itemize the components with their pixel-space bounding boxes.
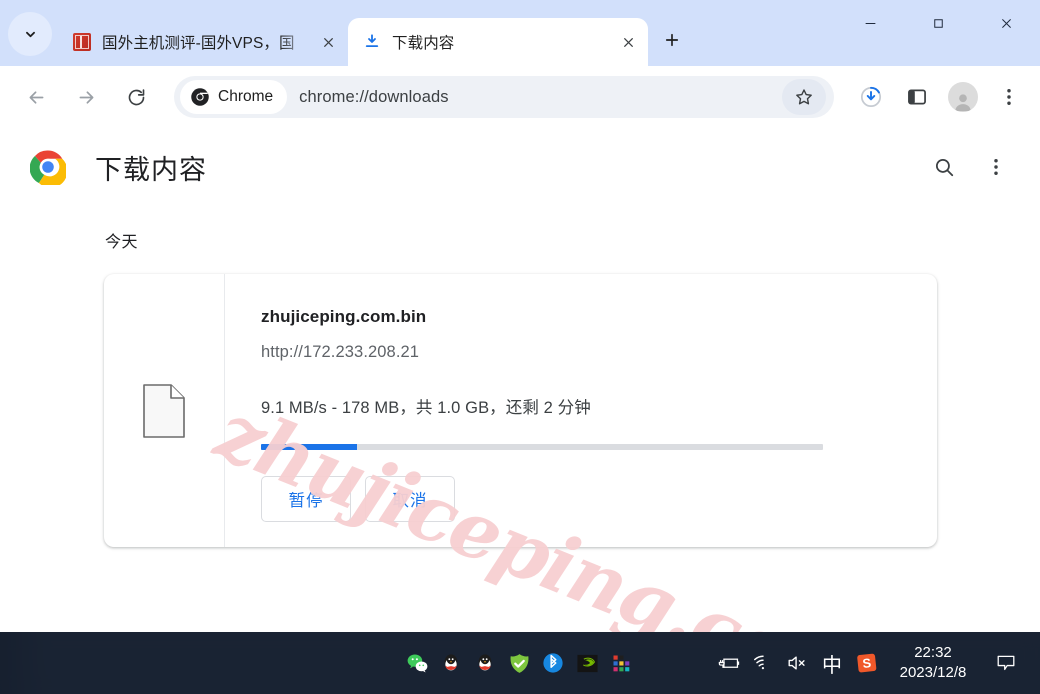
window-controls xyxy=(836,0,1040,66)
reload-icon xyxy=(128,88,144,105)
forward-icon xyxy=(79,90,93,104)
nvidia-icon[interactable] xyxy=(570,643,604,683)
back-icon xyxy=(29,90,43,104)
side-panel-icon xyxy=(908,89,926,105)
wechat-icon[interactable] xyxy=(400,643,434,683)
pause-button[interactable]: 暂停 xyxy=(261,476,351,522)
taskbar-clock[interactable]: 22:32 2023/12/8 xyxy=(892,643,974,684)
tab-close-button[interactable] xyxy=(314,28,342,56)
volume-muted-icon[interactable] xyxy=(780,643,814,683)
avatar xyxy=(948,82,978,112)
new-tab-button[interactable] xyxy=(654,22,690,58)
qq-icon-2[interactable] xyxy=(468,643,502,683)
taskbar-app-icons xyxy=(400,643,638,683)
minimize-icon xyxy=(865,22,875,24)
bluetooth-icon[interactable] xyxy=(536,643,570,683)
browser-menu-button[interactable] xyxy=(990,78,1028,116)
minimize-button[interactable] xyxy=(836,0,904,46)
tab-search-button[interactable] xyxy=(8,12,52,56)
download-item-card[interactable]: zhujiceping.com.bin http://172.233.208.2… xyxy=(104,274,937,547)
profile-button[interactable] xyxy=(944,78,982,116)
search-icon xyxy=(935,158,954,177)
notification-icon xyxy=(997,655,1015,671)
day-group-label: 今天 xyxy=(105,234,139,251)
battery-charging-icon[interactable] xyxy=(712,643,746,683)
back-button[interactable] xyxy=(18,79,54,115)
cancel-button[interactable]: 取消 xyxy=(365,476,455,522)
download-progress-fill xyxy=(261,444,357,450)
color-squares-icon[interactable] xyxy=(604,643,638,683)
tab-downloads[interactable]: 下载内容 xyxy=(348,18,648,66)
address-bar-url: chrome://downloads xyxy=(299,87,449,106)
browser-toolbar: Chrome chrome://downloads xyxy=(0,66,1040,128)
tab-site[interactable]: 国外主机测评-国外VPS，国 xyxy=(58,18,348,66)
close-icon xyxy=(323,37,333,47)
download-item-details: zhujiceping.com.bin http://172.233.208.2… xyxy=(225,274,937,547)
generic-file-icon xyxy=(143,383,185,438)
close-button[interactable] xyxy=(972,0,1040,46)
download-source-url[interactable]: http://172.233.208.21 xyxy=(261,343,907,362)
close-icon xyxy=(1001,18,1011,28)
notification-center-button[interactable] xyxy=(986,643,1026,683)
download-filename[interactable]: zhujiceping.com.bin xyxy=(261,307,907,327)
download-progress-bar xyxy=(261,444,823,450)
qq-icon[interactable] xyxy=(434,643,468,683)
chrome-icon xyxy=(190,87,210,107)
three-dot-menu-icon xyxy=(1007,89,1011,105)
bookmark-button[interactable] xyxy=(782,79,826,115)
forward-button[interactable] xyxy=(68,79,104,115)
tab-title: 下载内容 xyxy=(392,35,455,52)
page-title: 下载内容 xyxy=(95,154,207,185)
close-icon xyxy=(623,37,633,47)
search-downloads-button[interactable] xyxy=(922,145,966,189)
site-favicon-icon xyxy=(72,33,91,52)
ime-indicator[interactable]: 中 xyxy=(814,649,850,678)
chrome-chip[interactable]: Chrome xyxy=(180,80,288,114)
tab-strip: 国外主机测评-国外VPS，国 下载内容 xyxy=(0,0,1040,66)
maximize-icon xyxy=(933,18,943,28)
three-dot-menu-icon xyxy=(994,159,998,175)
chrome-logo xyxy=(29,149,68,188)
security-check-icon[interactable] xyxy=(502,643,536,683)
sogou-input-icon[interactable]: S xyxy=(850,643,884,683)
tab-close-button[interactable] xyxy=(614,28,642,56)
system-tray: 中 S 22:32 2023/12/8 xyxy=(712,643,1040,684)
wifi-icon[interactable] xyxy=(746,643,780,683)
tab-title: 国外主机测评-国外VPS，国 xyxy=(102,35,295,52)
browser-window: 国外主机测评-国外VPS，国 下载内容 Chrome chrome://down… xyxy=(0,0,1040,632)
clock-date: 2023/12/8 xyxy=(899,664,967,681)
side-panel-button[interactable] xyxy=(898,78,936,116)
maximize-button[interactable] xyxy=(904,0,972,46)
reload-button[interactable] xyxy=(118,79,154,115)
downloads-page: 下载内容 今天 zhujiceping.com.bin http://172.2… xyxy=(0,128,1040,632)
plus-icon xyxy=(665,33,679,47)
chevron-down-icon xyxy=(25,31,35,37)
chrome-chip-label: Chrome xyxy=(218,88,274,105)
download-actions: 暂停 取消 xyxy=(261,476,907,522)
clock-time: 22:32 xyxy=(914,643,952,661)
download-status-text: 9.1 MB/s - 178 MB，共 1.0 GB，还剩 2 分钟 xyxy=(261,399,591,417)
downloads-header: 下载内容 xyxy=(0,128,1040,206)
downloads-menu-button[interactable] xyxy=(974,145,1018,189)
downloads-ring-icon xyxy=(860,86,882,108)
downloads-button[interactable] xyxy=(852,78,890,116)
address-bar[interactable]: Chrome chrome://downloads xyxy=(174,76,834,118)
taskbar: 中 S 22:32 2023/12/8 xyxy=(0,632,1040,694)
file-icon-column xyxy=(104,274,225,547)
downloads-header-actions xyxy=(914,145,1018,189)
star-icon xyxy=(796,89,812,105)
download-icon xyxy=(362,33,381,52)
